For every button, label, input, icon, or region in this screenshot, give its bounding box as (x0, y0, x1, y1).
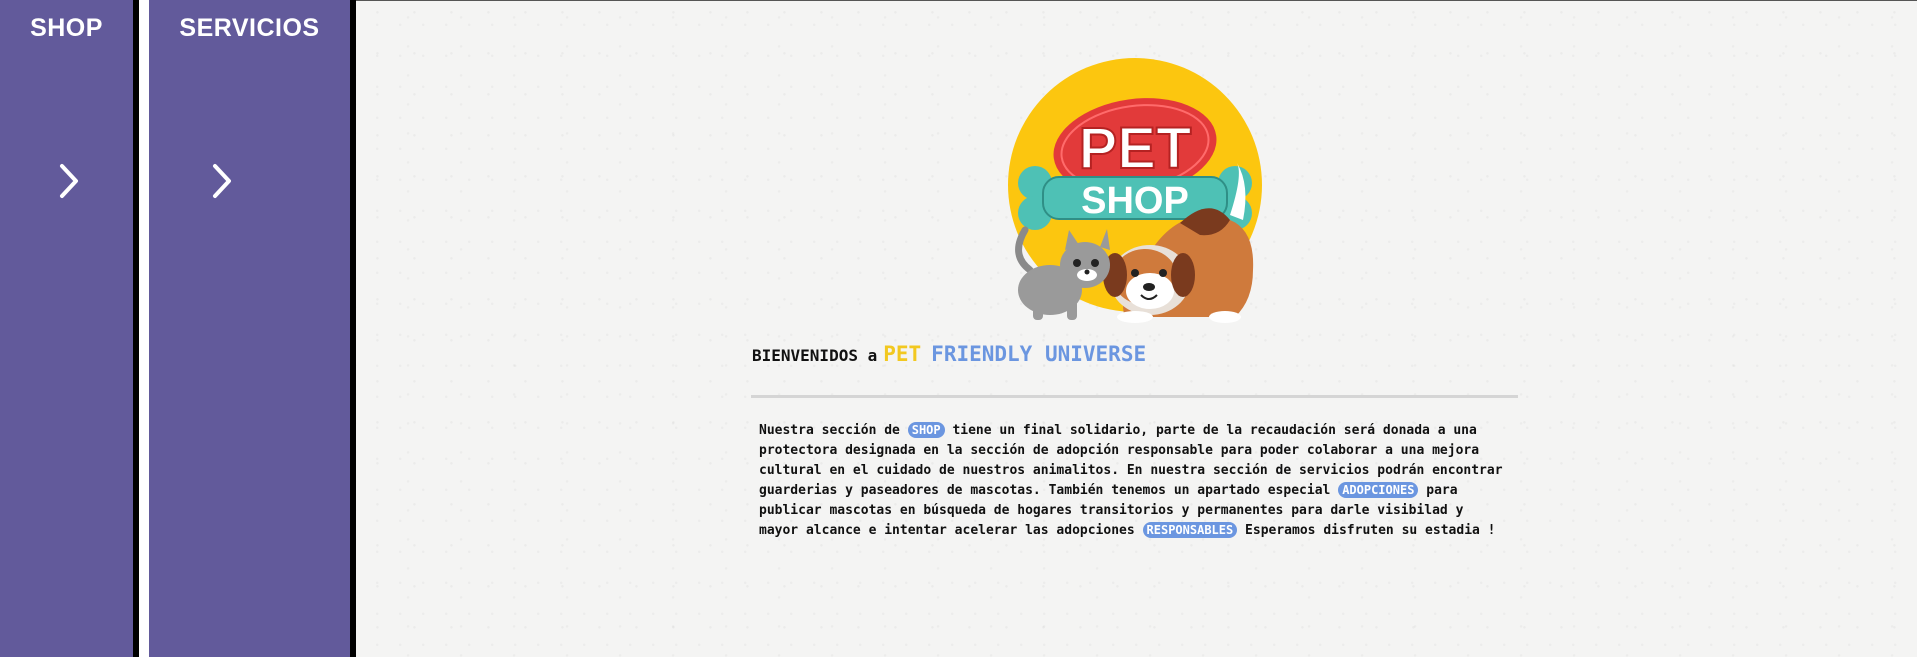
pet-shop-logo: PET SHOP (1008, 58, 1262, 323)
logo-pet-text: PET (1079, 116, 1192, 181)
servicios-panel[interactable]: SERVICIOS (149, 0, 356, 657)
welcome-pet: PET (883, 342, 922, 366)
chevron-right-icon[interactable] (210, 163, 234, 199)
adopciones-pill: ADOPCIONES (1338, 482, 1419, 498)
logo-shop-text: SHOP (1081, 180, 1189, 222)
intro-text-1: Nuestra sección de (759, 423, 900, 438)
welcome-friendly-universe: FRIENDLY UNIVERSE (931, 342, 1147, 366)
panel-gap (139, 0, 149, 657)
shop-pill: SHOP (907, 422, 945, 438)
welcome-heading: BIENVENIDOS a PET FRIENDLY UNIVERSE (752, 342, 1262, 366)
chevron-right-icon[interactable] (57, 163, 81, 199)
welcome-prefix: BIENVENIDOS a (752, 346, 878, 365)
shop-panel-title: SHOP (30, 14, 103, 42)
responsables-pill: RESPONSABLES (1142, 522, 1238, 538)
divider (751, 395, 1518, 398)
servicios-panel-title: SERVICIOS (179, 14, 320, 42)
intro-text-4: Esperamos disfruten su estadia ! (1245, 523, 1496, 538)
intro-paragraph: Nuestra sección de SHOP tiene un final s… (759, 421, 1509, 541)
shop-panel[interactable]: SHOP (0, 0, 139, 657)
